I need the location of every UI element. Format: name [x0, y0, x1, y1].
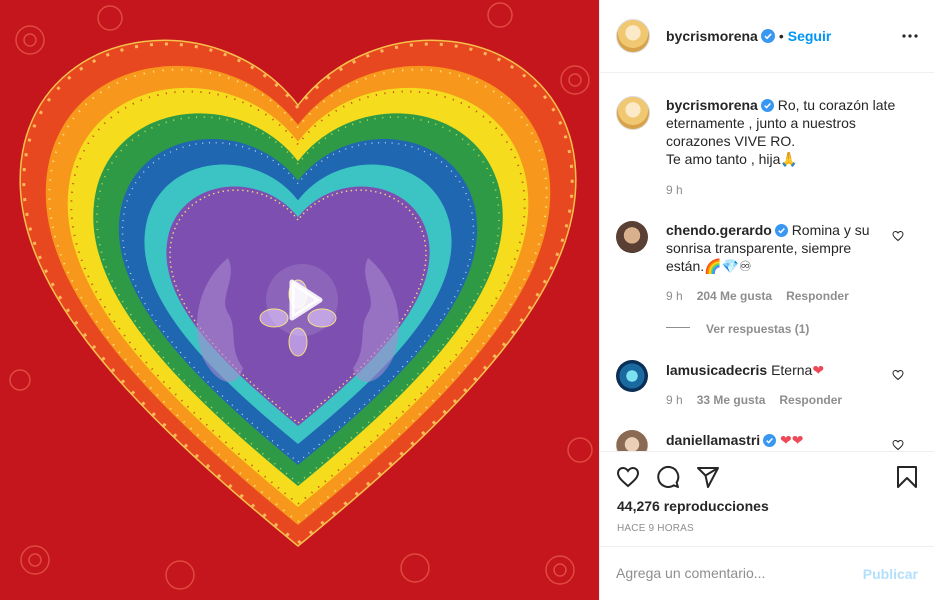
- infinity-emoji: ♾: [739, 258, 752, 274]
- gem-emoji: 💎: [721, 258, 740, 274]
- praying-hands-emoji: 🙏: [780, 151, 798, 167]
- verified-badge-icon: [760, 29, 775, 43]
- post-video[interactable]: [0, 0, 599, 600]
- comment: lamusicadecris Eterna❤: [666, 361, 891, 379]
- comment-like-icon[interactable]: [892, 230, 904, 242]
- comment-avatar[interactable]: [616, 430, 648, 451]
- comment-username[interactable]: daniellamastri: [666, 432, 760, 448]
- author-username[interactable]: bycrismorena: [666, 28, 758, 44]
- comment-meta: 9 h 204 Me gusta Responder: [666, 289, 863, 303]
- comment-text: están.: [666, 258, 705, 274]
- post-details-panel: bycrismorena • Seguir bycrismorena Ro, tu …: [599, 0, 934, 600]
- more-options-icon[interactable]: [902, 28, 918, 44]
- comment-text: sonrisa transparente, siempre: [666, 240, 852, 256]
- verified-badge-icon: [763, 434, 777, 447]
- red-heart-emoji: ❤: [812, 362, 825, 378]
- caption-line: eternamente , junto a nuestros: [666, 115, 856, 131]
- author-line: bycrismorena • Seguir: [666, 28, 831, 46]
- comment-like-icon[interactable]: [892, 439, 904, 451]
- comment-likes[interactable]: 33 Me gusta: [697, 393, 766, 407]
- publish-button[interactable]: Publicar: [863, 566, 918, 582]
- rainbow-emoji: 🌈: [704, 258, 722, 274]
- comment-input[interactable]: [616, 565, 846, 581]
- comment-meta: 9 h 33 Me gusta Responder: [666, 393, 856, 407]
- comment-time[interactable]: 9 h: [666, 289, 683, 303]
- caption-line: Te amo tanto , hija: [666, 151, 781, 167]
- comment-avatar[interactable]: [616, 360, 648, 392]
- comment-time[interactable]: 9 h: [666, 393, 683, 407]
- caption-line: corazones VIVE RO.: [666, 133, 796, 149]
- comment-like-icon[interactable]: [892, 369, 904, 381]
- comments-list[interactable]: bycrismorena Ro, tu corazón late eternam…: [600, 73, 934, 451]
- separator-dot: •: [778, 28, 784, 44]
- comment: chendo.gerardo Romina y su sonrisa trans…: [666, 221, 891, 275]
- like-icon[interactable]: [616, 465, 640, 489]
- post-actions: 44,276 reproducciones HACE 9 HORAS: [600, 451, 934, 547]
- reply-button[interactable]: Responder: [786, 289, 849, 303]
- reply-button[interactable]: Responder: [779, 393, 842, 407]
- caption-time[interactable]: 9 h: [666, 183, 683, 197]
- comment-text: Eterna: [771, 362, 813, 378]
- red-heart-emoji: ❤: [780, 432, 792, 448]
- comment-icon[interactable]: [656, 465, 680, 489]
- caption-line: Ro, tu corazón late: [777, 97, 896, 113]
- play-icon[interactable]: [264, 262, 340, 338]
- comment-text: Romina y su: [791, 222, 870, 238]
- replies-divider: [666, 327, 690, 328]
- comment: daniellamastri ❤❤: [666, 431, 891, 449]
- save-icon[interactable]: [896, 465, 918, 489]
- verified-badge-icon: [760, 99, 774, 112]
- caption-author-username[interactable]: bycrismorena: [666, 97, 758, 113]
- comment-username[interactable]: lamusicadecris: [666, 362, 767, 378]
- share-icon[interactable]: [696, 465, 720, 489]
- caption: bycrismorena Ro, tu corazón late eternam…: [666, 96, 916, 168]
- caption-author-avatar[interactable]: [616, 96, 650, 130]
- view-replies-button[interactable]: Ver respuestas (1): [706, 322, 809, 336]
- verified-badge-icon: [774, 224, 788, 237]
- add-comment-bar: Publicar: [600, 546, 934, 601]
- comment-likes[interactable]: 204 Me gusta: [697, 289, 772, 303]
- post-header: bycrismorena • Seguir: [600, 0, 934, 73]
- post-time[interactable]: HACE 9 HORAS: [617, 523, 694, 534]
- author-avatar[interactable]: [616, 19, 650, 53]
- views-count[interactable]: 44,276 reproducciones: [617, 498, 769, 514]
- comment-username[interactable]: chendo.gerardo: [666, 222, 772, 238]
- follow-button[interactable]: Seguir: [788, 28, 832, 44]
- red-heart-emoji: ❤: [791, 432, 804, 448]
- comment-avatar[interactable]: [616, 221, 648, 253]
